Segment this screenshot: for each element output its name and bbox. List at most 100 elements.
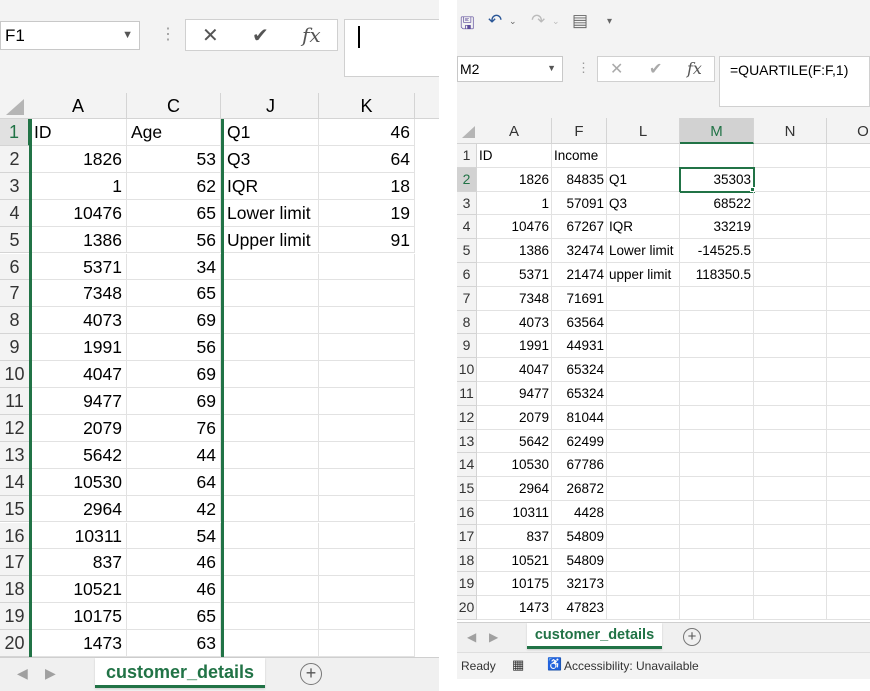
row-header[interactable]: 2: [0, 145, 30, 173]
cell-n19[interactable]: [754, 572, 827, 597]
cell-j11[interactable]: [223, 388, 319, 415]
cell-k19[interactable]: [319, 603, 415, 631]
cell-f7[interactable]: 71691: [552, 286, 607, 311]
cell-a9[interactable]: 1991: [30, 334, 127, 362]
fx-icon[interactable]: fx: [302, 23, 321, 47]
cell-f10[interactable]: 65324: [552, 358, 607, 382]
status-accessibility[interactable]: Accessibility: Unavailable: [564, 659, 699, 673]
cell-l15[interactable]: [607, 477, 680, 501]
cell-o15[interactable]: [827, 477, 870, 501]
row-header[interactable]: 4: [0, 199, 30, 227]
cell-l1[interactable]: [607, 144, 680, 168]
row-header[interactable]: 9: [0, 334, 30, 362]
cell-o3[interactable]: [827, 192, 870, 216]
cell-j1[interactable]: Q1: [223, 119, 319, 146]
name-box[interactable]: F1 ▼: [0, 21, 140, 50]
cell-j4[interactable]: Lower limit: [223, 199, 319, 227]
row-header[interactable]: 12: [457, 405, 477, 430]
cell-a16[interactable]: 10311: [30, 522, 127, 550]
chevron-right-icon[interactable]: ▶: [45, 665, 56, 682]
cell-l9[interactable]: [607, 334, 680, 359]
cell-a5[interactable]: 1386: [477, 239, 552, 263]
cell-m19[interactable]: [680, 572, 754, 597]
add-sheet-icon[interactable]: +: [300, 663, 322, 685]
cell-f17[interactable]: 54809: [552, 524, 607, 549]
cell-a12[interactable]: 2079: [477, 405, 552, 430]
cell-m7[interactable]: [680, 286, 754, 311]
row-header[interactable]: 14: [0, 468, 30, 496]
cell-l12[interactable]: [607, 405, 680, 430]
cell-a13[interactable]: 5642: [30, 441, 127, 469]
row-header[interactable]: 6: [457, 263, 477, 287]
chevron-left-icon[interactable]: ◀: [467, 630, 476, 644]
cell-c2[interactable]: 53: [127, 145, 221, 173]
cell-c8[interactable]: 69: [127, 307, 221, 335]
cell-m13[interactable]: [680, 429, 754, 454]
cell-c7[interactable]: 65: [127, 280, 221, 308]
column-header-l[interactable]: L: [607, 118, 680, 144]
cell-a19[interactable]: 10175: [30, 603, 127, 631]
cell-f5[interactable]: 32474: [552, 239, 607, 263]
chevron-right-icon[interactable]: ▶: [489, 630, 498, 644]
cell-l7[interactable]: [607, 286, 680, 311]
cell-k15[interactable]: [319, 495, 415, 523]
cell-l3[interactable]: Q3: [607, 191, 680, 216]
cell-f3[interactable]: 57091: [552, 191, 607, 216]
cell-m3[interactable]: 68522: [680, 191, 754, 216]
cell-o7[interactable]: [827, 287, 870, 311]
cell-k6[interactable]: [319, 253, 415, 281]
column-header-c[interactable]: C: [127, 93, 221, 119]
cell-f12[interactable]: 81044: [552, 405, 607, 430]
row-header[interactable]: 2: [457, 167, 477, 192]
cancel-icon[interactable]: ✕: [610, 59, 623, 79]
cell-a8[interactable]: 4073: [30, 307, 127, 335]
cell-j2[interactable]: Q3: [223, 145, 319, 173]
cell-o9[interactable]: [827, 334, 870, 359]
cell-o6[interactable]: [827, 263, 870, 287]
cell-c9[interactable]: 56: [127, 334, 221, 362]
cell-l18[interactable]: [607, 548, 680, 573]
select-all-corner[interactable]: [462, 126, 475, 138]
cell-l19[interactable]: [607, 572, 680, 597]
cell-a15[interactable]: 2964: [477, 477, 552, 501]
cell-a4[interactable]: 10476: [477, 215, 552, 240]
cell-j14[interactable]: [223, 468, 319, 496]
cell-a11[interactable]: 9477: [477, 382, 552, 406]
cell-n11[interactable]: [754, 382, 827, 406]
cell-k16[interactable]: [319, 522, 415, 550]
row-header[interactable]: 17: [457, 524, 477, 549]
cell-c11[interactable]: 69: [127, 388, 221, 415]
cell-k17[interactable]: [319, 549, 415, 577]
formula-bar[interactable]: =QUARTILE(F:F,1): [719, 56, 870, 107]
cell-c6[interactable]: 34: [127, 253, 221, 281]
cell-o16[interactable]: [827, 501, 870, 525]
cell-m10[interactable]: [680, 358, 754, 382]
cell-n20[interactable]: [754, 596, 827, 620]
sheet-tab-customer-details[interactable]: customer_details: [527, 623, 662, 649]
column-header-n[interactable]: N: [754, 118, 827, 144]
cell-n10[interactable]: [754, 358, 827, 382]
cell-a14[interactable]: 10530: [477, 453, 552, 478]
row-header[interactable]: 5: [457, 239, 477, 263]
cell-f6[interactable]: 21474: [552, 263, 607, 287]
row-header[interactable]: 10: [457, 358, 477, 382]
cell-l16[interactable]: [607, 501, 680, 525]
row-header[interactable]: 3: [457, 191, 477, 216]
cell-j17[interactable]: [223, 549, 319, 577]
accessibility-icon[interactable]: ♿: [547, 657, 562, 671]
cell-o14[interactable]: [827, 453, 870, 478]
cell-n17[interactable]: [754, 524, 827, 549]
cell-m6[interactable]: 118350.5: [680, 263, 754, 287]
add-sheet-icon[interactable]: +: [683, 628, 701, 646]
cell-a7[interactable]: 7348: [30, 280, 127, 308]
row-header[interactable]: 1: [457, 144, 477, 168]
cell-m17[interactable]: [680, 524, 754, 549]
row-header[interactable]: 13: [0, 441, 30, 469]
cell-a8[interactable]: 4073: [477, 310, 552, 335]
cell-k11[interactable]: [319, 388, 415, 415]
redo-icon[interactable]: ↷: [531, 11, 545, 31]
cell-l2[interactable]: Q1: [607, 167, 680, 192]
enter-check-icon[interactable]: ✔: [649, 59, 662, 79]
cell-a16[interactable]: 10311: [477, 501, 552, 525]
cell-a15[interactable]: 2964: [30, 495, 127, 523]
